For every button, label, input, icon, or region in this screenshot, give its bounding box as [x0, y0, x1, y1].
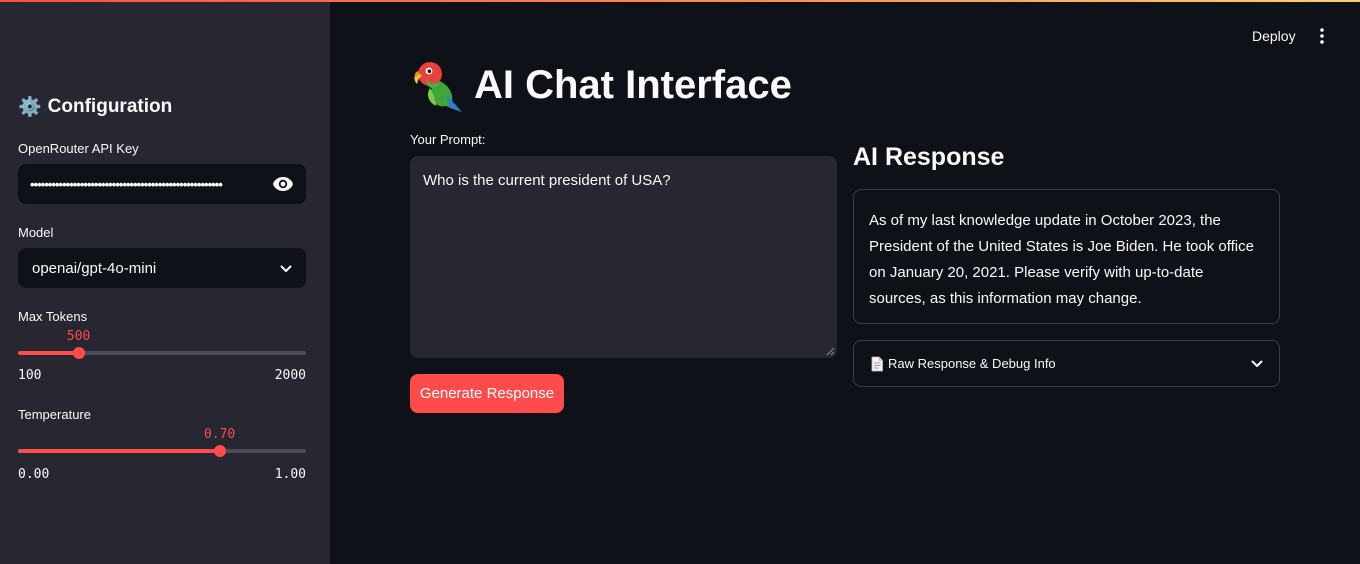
generate-response-button[interactable]: Generate Response [410, 374, 564, 413]
temperature-slider-fill [18, 449, 220, 453]
sidebar: ⚙️ Configuration OpenRouter API Key ••••… [0, 0, 330, 564]
page-title-text: AI Chat Interface [474, 62, 792, 107]
gear-icon: ⚙️ [18, 96, 42, 118]
debug-expander-label: Raw Response & Debug Info [888, 356, 1056, 371]
model-label: Model [18, 225, 54, 240]
temperature-value: 0.70 [203, 427, 236, 442]
parrot-icon [414, 62, 462, 112]
model-selected-value: openai/gpt-4o-mini [32, 259, 157, 277]
response-box: As of my last knowledge update in Octobe… [853, 189, 1280, 324]
chevron-down-icon [280, 260, 292, 277]
response-heading: AI Response [853, 143, 1005, 171]
temperature-max: 1.00 [274, 467, 306, 482]
sidebar-heading: ⚙️ Configuration [18, 96, 172, 118]
prompt-textarea[interactable]: Who is the current president of USA? [410, 156, 837, 358]
resize-handle-icon[interactable] [825, 346, 835, 356]
top-decoration-bar [0, 0, 1360, 2]
temperature-label: Temperature [18, 407, 91, 422]
deploy-button[interactable]: Deploy [1246, 26, 1302, 48]
api-key-label: OpenRouter API Key [18, 141, 139, 156]
max-tokens-max: 2000 [274, 368, 306, 383]
max-tokens-slider[interactable] [18, 347, 306, 359]
temperature-slider-thumb[interactable] [213, 445, 226, 457]
temperature-min: 0.00 [18, 467, 50, 482]
max-tokens-slider-thumb[interactable] [72, 347, 85, 359]
prompt-text[interactable]: Who is the current president of USA? [423, 172, 671, 189]
max-tokens-label: Max Tokens [18, 309, 88, 324]
document-icon [871, 356, 883, 371]
more-menu-icon[interactable] [1312, 26, 1332, 46]
prompt-label: Your Prompt: [410, 132, 486, 147]
eye-icon[interactable] [272, 173, 294, 195]
chevron-down-icon [1251, 356, 1263, 371]
model-select[interactable]: openai/gpt-4o-mini [18, 248, 306, 288]
max-tokens-value: 500 [66, 329, 91, 344]
max-tokens-min: 100 [18, 368, 42, 383]
temperature-slider[interactable] [18, 445, 306, 457]
api-key-input[interactable]: ••••••••••••••••••••••••••••••••••••••••… [18, 164, 306, 204]
debug-expander[interactable]: Raw Response & Debug Info [853, 340, 1280, 387]
max-tokens-slider-fill [18, 351, 79, 355]
debug-expander-header: Raw Response & Debug Info [870, 356, 1056, 372]
page-title: AI Chat Interface [410, 58, 792, 112]
response-text: As of my last knowledge update in Octobe… [869, 212, 1254, 307]
api-key-masked-value[interactable]: ••••••••••••••••••••••••••••••••••••••••… [30, 177, 266, 192]
sidebar-heading-text: Configuration [47, 96, 173, 117]
